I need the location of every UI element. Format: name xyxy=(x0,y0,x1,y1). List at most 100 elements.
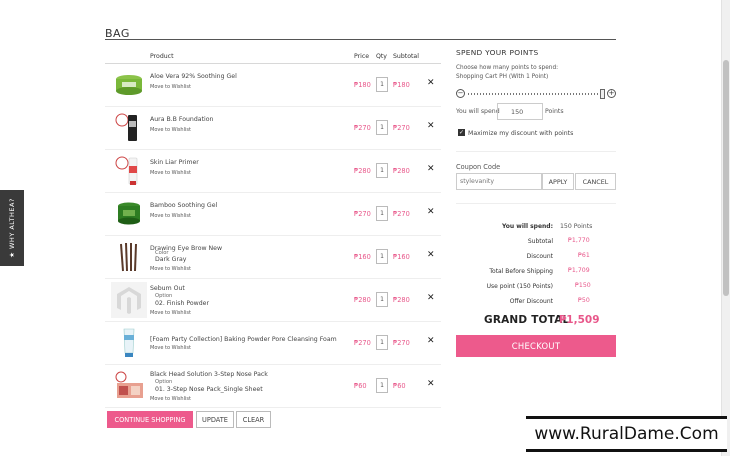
product-name[interactable]: Bamboo Soothing Gel xyxy=(150,202,217,209)
item-price: ₱160 xyxy=(354,253,371,261)
summary-label: You will spend: xyxy=(502,223,553,230)
item-subtotal: ₱160 xyxy=(393,253,410,261)
page-scrollbar[interactable] xyxy=(721,0,730,456)
spend-points-title: SPEND YOUR POINTS xyxy=(456,48,539,57)
points-slider[interactable]: − + xyxy=(456,89,616,99)
product-name[interactable]: Skin Liar Primer xyxy=(150,159,199,166)
remove-item-button[interactable]: ✕ xyxy=(427,78,435,88)
scrollbar-thumb[interactable] xyxy=(723,60,729,296)
move-to-wishlist-link[interactable]: Move to Wishlist xyxy=(150,396,191,402)
quantity-input[interactable]: 1 xyxy=(376,378,388,393)
item-price: ₱270 xyxy=(354,339,371,347)
item-subtotal: ₱270 xyxy=(393,124,410,132)
remove-item-button[interactable]: ✕ xyxy=(427,336,435,346)
quantity-input[interactable]: 1 xyxy=(376,292,388,307)
option-label: Option xyxy=(155,293,173,299)
cart-row: Drawing Eye Brow New Color Dark Gray Mov… xyxy=(105,236,441,279)
slider-track[interactable] xyxy=(468,93,604,95)
option-label: Option xyxy=(155,379,173,385)
coupon-code-input[interactable]: stylevanity xyxy=(456,173,542,190)
foam-tube-icon[interactable] xyxy=(111,325,147,361)
primer-tube-icon[interactable] xyxy=(111,153,147,189)
move-to-wishlist-link[interactable]: Move to Wishlist xyxy=(150,84,191,90)
cart-row: Aloe Vera 92% Soothing Gel Move to Wishl… xyxy=(105,64,441,107)
quantity-input[interactable]: 1 xyxy=(376,249,388,264)
item-price: ₱280 xyxy=(354,296,371,304)
quantity-input[interactable]: 1 xyxy=(376,163,388,178)
slider-handle[interactable] xyxy=(600,89,605,99)
item-price: ₱60 xyxy=(354,382,367,390)
grand-total-value: ₱1,509 xyxy=(559,314,600,326)
product-name[interactable]: Black Head Solution 3-Step Nose Pack xyxy=(150,371,268,378)
summary-label: Discount xyxy=(526,253,553,260)
item-subtotal: ₱270 xyxy=(393,339,410,347)
summary-label: Offer Discount xyxy=(509,298,553,305)
apply-coupon-button[interactable]: APPLY xyxy=(542,173,574,190)
quantity-input[interactable]: 1 xyxy=(376,206,388,221)
column-qty: Qty xyxy=(376,53,387,60)
remove-item-button[interactable]: ✕ xyxy=(427,250,435,260)
points-input[interactable]: 150 xyxy=(497,103,543,120)
product-name[interactable]: Aloe Vera 92% Soothing Gel xyxy=(150,73,237,80)
bag-divider xyxy=(105,39,616,40)
move-to-wishlist-link[interactable]: Move to Wishlist xyxy=(150,170,191,176)
maximize-discount-label[interactable]: Maximize my discount with points xyxy=(468,130,573,137)
why-althea-label: ★ WHY ALTHEA? xyxy=(8,198,16,258)
coupon-code-label: Coupon Code xyxy=(456,163,501,171)
product-name[interactable]: [Foam Party Collection] Baking Powder Po… xyxy=(150,336,337,343)
summary-label: Use point (150 Points) xyxy=(486,283,553,290)
move-to-wishlist-link[interactable]: Move to Wishlist xyxy=(150,345,191,351)
coupon-divider xyxy=(456,203,616,204)
remove-item-button[interactable]: ✕ xyxy=(427,207,435,217)
brow-pencil-icon[interactable] xyxy=(111,239,147,275)
bb-tube-icon[interactable] xyxy=(111,110,147,146)
cart-row: [Foam Party Collection] Baking Powder Po… xyxy=(105,322,441,365)
points-unit-label: Points xyxy=(545,108,564,115)
summary-value: ₱50 xyxy=(578,297,590,304)
column-price: Price xyxy=(354,53,370,60)
item-price: ₱180 xyxy=(354,81,371,89)
grand-total-label: GRAND TOTAL xyxy=(484,314,570,326)
item-subtotal: ₱180 xyxy=(393,81,410,89)
option-value: 02. Finish Powder xyxy=(155,300,210,307)
aloe-jar-icon[interactable] xyxy=(111,67,147,103)
placeholder-logo-icon[interactable] xyxy=(111,282,147,318)
move-to-wishlist-link[interactable]: Move to Wishlist xyxy=(150,213,191,219)
summary-value: ₱61 xyxy=(578,252,590,259)
cart-row: Aura B.B Foundation Move to Wishlist ₱27… xyxy=(105,107,441,150)
move-to-wishlist-link[interactable]: Move to Wishlist xyxy=(150,310,191,316)
quantity-input[interactable]: 1 xyxy=(376,77,388,92)
remove-item-button[interactable]: ✕ xyxy=(427,121,435,131)
clear-button[interactable]: CLEAR xyxy=(236,411,271,428)
item-price: ₱270 xyxy=(354,210,371,218)
remove-item-button[interactable]: ✕ xyxy=(427,379,435,389)
points-desc-line-2: Shopping Cart PH (With 1 Point) xyxy=(456,74,549,80)
nose-pack-icon[interactable] xyxy=(111,368,147,404)
summary-value: ₱1,770 xyxy=(568,237,590,244)
quantity-input[interactable]: 1 xyxy=(376,335,388,350)
continue-shopping-button[interactable]: CONTINUE SHOPPING xyxy=(107,411,193,428)
summary-label: Subtotal xyxy=(527,238,553,245)
bamboo-jar-icon[interactable] xyxy=(111,196,147,232)
points-desc-line-1: Choose how many points to spend: xyxy=(456,65,559,71)
update-button[interactable]: UPDATE xyxy=(196,411,234,428)
product-name[interactable]: Aura B.B Foundation xyxy=(150,116,213,123)
remove-item-button[interactable]: ✕ xyxy=(427,164,435,174)
maximize-discount-checkbox[interactable]: ✓ xyxy=(458,129,465,136)
item-subtotal: ₱280 xyxy=(393,167,410,175)
option-value: Dark Gray xyxy=(155,256,187,263)
cart-row: Bamboo Soothing Gel Move to Wishlist ₱27… xyxy=(105,193,441,236)
plus-icon[interactable]: + xyxy=(607,89,616,98)
minus-icon[interactable]: − xyxy=(456,89,465,98)
watermark: www.RuralDame.Com xyxy=(526,416,727,452)
move-to-wishlist-link[interactable]: Move to Wishlist xyxy=(150,266,191,272)
move-to-wishlist-link[interactable]: Move to Wishlist xyxy=(150,127,191,133)
summary-label: Total Before Shipping xyxy=(489,268,553,275)
product-name[interactable]: Sebum Out xyxy=(150,285,185,292)
quantity-input[interactable]: 1 xyxy=(376,120,388,135)
checkout-button[interactable]: CHECKOUT xyxy=(456,335,616,357)
why-althea-tab[interactable]: ★ WHY ALTHEA? xyxy=(0,190,24,266)
cancel-coupon-button[interactable]: CANCEL xyxy=(575,173,616,190)
points-divider xyxy=(456,151,616,152)
remove-item-button[interactable]: ✕ xyxy=(427,293,435,303)
